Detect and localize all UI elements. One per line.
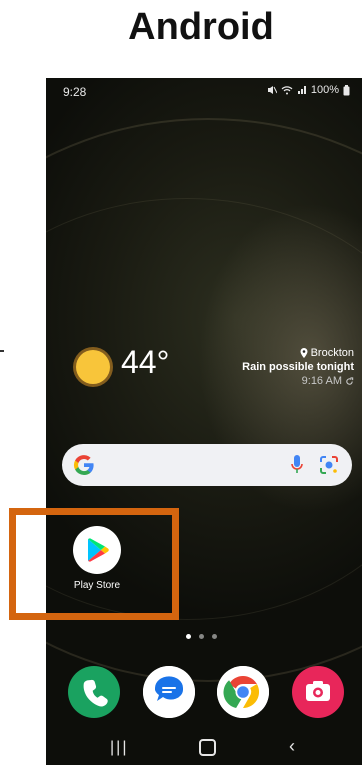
temperature[interactable]: 44° <box>121 344 169 381</box>
page-dot[interactable] <box>212 634 217 639</box>
back-button[interactable]: ‹ <box>289 736 295 757</box>
mic-icon[interactable] <box>290 454 304 476</box>
status-time: 9:28 <box>63 85 87 99</box>
city-name: Brockton <box>310 347 354 359</box>
page-dot[interactable] <box>186 634 191 639</box>
navigation-bar: ||| ‹ <box>46 730 362 765</box>
google-search-bar[interactable] <box>62 444 352 486</box>
sun-icon[interactable] <box>76 350 110 384</box>
page-title: Android <box>128 6 274 48</box>
location: Brockton <box>242 346 354 360</box>
status-bar: 9:28 100% <box>46 78 362 104</box>
phone-screen: 9:28 100% 44° Brockton Rain possible ton… <box>46 78 362 765</box>
page: Android 9:28 100% 44° Brockton Rain poss… <box>0 0 362 765</box>
location-pin-icon <box>300 348 308 358</box>
status-icons: 100% <box>267 84 350 96</box>
phone-icon[interactable] <box>68 666 120 718</box>
recent-apps-button[interactable]: ||| <box>110 739 128 757</box>
divider <box>0 350 4 352</box>
camera-icon[interactable] <box>291 666 344 718</box>
battery-percent: 100% <box>310 84 339 96</box>
page-dot[interactable] <box>199 634 204 639</box>
lens-icon[interactable] <box>318 454 340 476</box>
dock <box>68 666 344 718</box>
refresh-icon[interactable] <box>345 376 354 386</box>
weather-updated: 9:16 AM <box>242 374 354 388</box>
signal-icon <box>297 86 306 94</box>
messages-icon[interactable] <box>142 666 195 718</box>
highlight-box <box>9 508 179 620</box>
weather-widget[interactable]: Brockton Rain possible tonight 9:16 AM <box>242 346 354 388</box>
mute-icon <box>267 86 277 94</box>
forecast-text: Rain possible tonight <box>242 361 354 373</box>
chrome-icon[interactable] <box>217 666 270 718</box>
updated-time: 9:16 AM <box>301 375 342 387</box>
google-icon <box>73 455 94 476</box>
wifi-icon <box>281 86 293 95</box>
battery-icon <box>343 84 350 95</box>
page-indicator[interactable] <box>186 634 217 639</box>
home-button[interactable] <box>199 739 216 756</box>
